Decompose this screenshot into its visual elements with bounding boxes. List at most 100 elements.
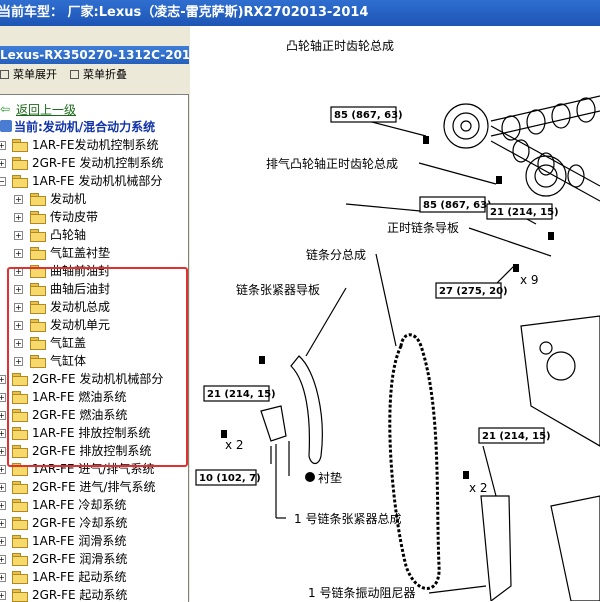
expand-toggle-icon[interactable]: + [0,447,6,456]
torque-box: 21 (214, 15) [203,385,276,402]
book-icon [0,120,12,132]
expand-toggle-icon[interactable]: + [0,591,6,600]
timing-guide-label: 正时链条导板 [387,220,459,235]
expand-menu-label: 菜单展开 [13,68,57,81]
tree-item-label: 2GR-FE 进气/排气系统 [32,480,156,494]
torque-value: 21 (214, 15) [490,207,559,218]
expand-menu-button[interactable]: 菜单展开 [0,66,57,84]
tensioner-guide-label: 链条张紧器导板 [236,282,320,297]
expand-toggle-icon[interactable]: + [0,429,6,438]
expand-toggle-icon[interactable]: + [0,501,6,510]
gasket-label: 衬垫 [318,470,342,485]
torque-box: 85 (867, 63) [330,106,403,123]
expand-toggle-icon[interactable]: + [0,519,6,528]
expand-toggle-icon[interactable]: + [0,159,6,168]
folder-open-icon [12,175,28,188]
panel-menubar: 菜单展开 菜单折叠 [0,66,189,84]
torque-box: 85 (867, 63) [419,196,492,213]
tree-item-label: 2GR-FE 冷却系统 [32,516,128,530]
expand-toggle-icon[interactable]: + [0,555,6,564]
window-title-bar: 当前车型： 厂家:Lexus（凌志-雷克萨斯)RX2702013-2014 [0,0,600,26]
tree-item-label: 1AR-FE 起动系统 [32,570,127,584]
tree-item-label: 2GR-FE 润滑系统 [32,552,128,566]
back-link[interactable]: 返回上一级 [16,101,76,119]
exhaust-gear-label: 排气凸轮轴正时齿轮总成 [266,156,398,171]
expand-toggle-icon[interactable]: + [0,141,6,150]
intake-gear-label: 凸轮轴正时齿轮总成 [286,38,394,53]
expand-toggle-icon[interactable]: + [14,231,23,240]
torque-box: 10 (102, 7) [195,469,261,486]
chain-label: 链条分总成 [306,247,366,262]
vibration-damper-label: 1 号链条振动阻尼器 [308,585,415,600]
tree-item-label: 气缸盖衬垫 [50,246,111,260]
tree-item-label: 1AR-FE 冷却系统 [32,498,127,512]
tree-item-label: 发动机 [50,192,87,206]
tensioner-guide-shape [290,355,323,465]
quantity-label: x 9 [520,273,539,287]
torque-value: 21 (214, 15) [482,431,551,442]
folder-icon [30,247,46,260]
expand-toggle-icon[interactable]: + [0,393,6,402]
intake-gear-shape [443,103,489,149]
expand-icon [0,70,9,79]
exhaust-gear-shape [525,155,567,197]
torque-value: 10 (102, 7) [199,473,261,484]
navigation-tree: ⇦ 返回上一级 当前:发动机/混合动力系统 + 1AR-FE发动机控制系统 + … [0,94,189,602]
tree-item-label: 1AR-FE 发动机机械部分 [32,174,163,188]
camshaft-shape [490,95,600,137]
expand-toggle-icon[interactable]: + [14,213,23,222]
tensioner-assembly-shape [260,405,287,442]
back-arrow-icon: ⇦ [0,102,11,116]
folder-icon [30,229,46,242]
tree-item-label: 凸轮轴 [50,228,87,242]
diagram-svg: 凸轮轴正时齿轮总成 排气凸轮轴正时齿轮总成 正时链条导板 链条分总成 链条张紧器… [195,38,600,601]
current-location: 当前:发动机/混合动力系统 [14,120,156,134]
selection-highlight-box [7,267,188,467]
folder-icon [30,211,46,224]
torque-value: 85 (867, 63) [423,200,492,211]
tree-item-label: 传动皮带 [50,210,99,224]
folder-icon [12,481,28,494]
torque-value: 85 (867, 63) [334,110,403,121]
window-title: 当前车型： 厂家:Lexus（凌志-雷克萨斯)RX2702013-2014 [0,5,369,20]
folder-icon [12,157,28,170]
expand-toggle-icon[interactable]: + [14,195,23,204]
parts-diagram: 凸轮轴正时齿轮总成 排气凸轮轴正时齿轮总成 正时链条导板 链条分总成 链条张紧器… [191,26,600,601]
torque-value: 21 (214, 15) [207,389,276,400]
folder-icon [12,589,28,602]
folder-icon [12,535,28,548]
torque-box: 21 (214, 15) [478,427,551,444]
folder-icon [12,553,28,566]
collapse-menu-button[interactable]: 菜单折叠 [70,66,127,84]
folder-icon [12,139,28,152]
expand-toggle-icon[interactable]: + [0,465,6,474]
expand-toggle-icon[interactable]: + [14,249,23,258]
panel-header-title: Lexus-RX350270-1312C-2013-20 [0,48,189,62]
tensioner-assembly-label: 1 号链条张紧器总成 [294,511,401,526]
expand-toggle-icon[interactable]: + [0,411,6,420]
expand-toggle-icon[interactable]: + [0,375,6,384]
tree-item-label: 1AR-FE发动机控制系统 [32,138,159,152]
folder-icon [12,571,28,584]
folder-icon [30,193,46,206]
engine-block-shape [520,315,600,447]
tree-item-label: 2GR-FE 起动系统 [32,588,128,602]
tree-item-label: 1AR-FE 润滑系统 [32,534,127,548]
tree-item-label: 2GR-FE 发动机控制系统 [32,156,164,170]
collapse-icon [70,70,79,79]
collapse-toggle-icon[interactable]: − [0,177,6,186]
folder-icon [12,517,28,530]
timing-chain-shape [388,333,441,590]
collapse-menu-label: 菜单折叠 [83,68,127,81]
quantity-label: x 2 [225,438,244,452]
torque-box: 21 (214, 15) [486,203,559,220]
quantity-label: x 2 [469,481,488,495]
expand-toggle-icon[interactable]: + [0,573,6,582]
expand-toggle-icon[interactable]: + [0,537,6,546]
vibration-damper-shape [480,495,512,601]
expand-toggle-icon[interactable]: + [0,483,6,492]
panel-header: Lexus-RX350270-1312C-2013-20 [0,46,189,64]
torque-value: 27 (275, 20) [439,286,508,297]
folder-icon [12,499,28,512]
torque-box: 27 (275, 20) [435,282,508,299]
